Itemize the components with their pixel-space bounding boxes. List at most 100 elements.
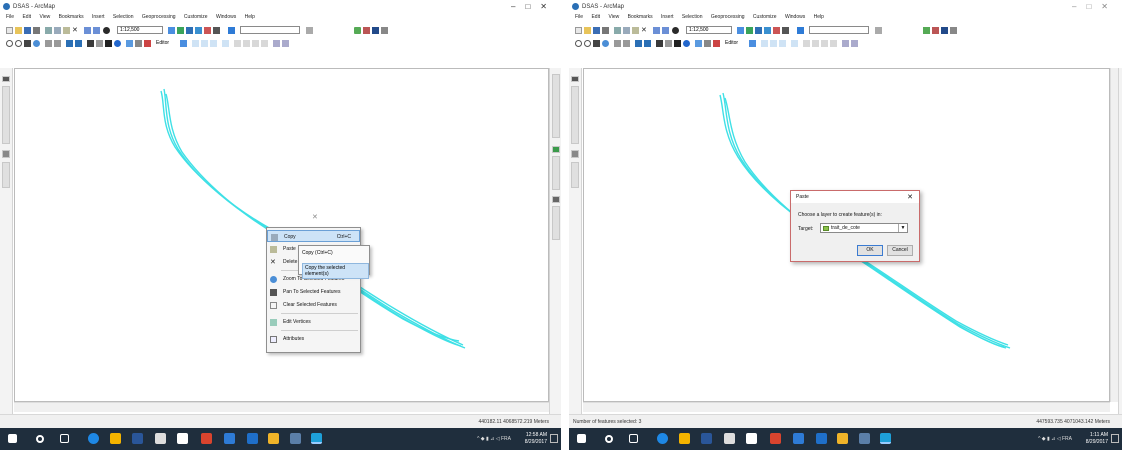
hyperlink-icon[interactable] — [713, 40, 720, 47]
app-blue-icon[interactable] — [816, 433, 827, 444]
previous-extent-icon[interactable] — [635, 40, 642, 47]
window-controls[interactable]: –□✕ — [511, 2, 557, 11]
open-icon[interactable] — [15, 27, 22, 34]
editor-toolbar-icon[interactable] — [737, 27, 744, 34]
delete-toolbar-icon[interactable]: ✕ — [72, 27, 79, 34]
select-elements-icon[interactable] — [674, 40, 681, 47]
python-icon[interactable] — [782, 27, 789, 34]
editor-menu[interactable]: Editor — [725, 40, 745, 47]
attributes-toolbar-icon[interactable] — [273, 40, 280, 47]
table-of-contents-tab-icon[interactable] — [571, 76, 579, 82]
map-vertical-scrollbar[interactable] — [1110, 68, 1118, 402]
taskbar-clock[interactable]: 1:11 AM 8/29/2017 — [1086, 432, 1108, 446]
point-icon[interactable] — [222, 40, 229, 47]
layout-icon[interactable] — [950, 27, 957, 34]
menu-file[interactable]: File — [6, 14, 14, 20]
store-icon[interactable] — [132, 433, 143, 444]
menu-edit[interactable]: Edit — [22, 14, 31, 20]
save-icon[interactable] — [593, 27, 600, 34]
copy-toolbar-icon[interactable] — [623, 27, 630, 34]
table-of-contents-icon[interactable] — [746, 27, 753, 34]
editor-toolbar-icon[interactable] — [168, 27, 175, 34]
measure-icon[interactable] — [704, 40, 711, 47]
menu-insert[interactable]: Insert — [92, 14, 105, 20]
catalog-icon[interactable] — [186, 27, 193, 34]
print-icon[interactable] — [33, 27, 40, 34]
edit-vertices-toolbar-icon[interactable] — [234, 40, 241, 47]
chevron-down-icon[interactable]: ▼ — [898, 224, 907, 232]
window-controls[interactable]: –□✕ — [1072, 2, 1118, 11]
menu-customize[interactable]: Customize — [753, 14, 777, 20]
delete-toolbar-icon[interactable]: ✕ — [641, 27, 648, 34]
scale-input[interactable]: 1:12,500 — [117, 26, 163, 34]
menu-bookmarks[interactable]: Bookmarks — [628, 14, 653, 20]
results-tab-icon[interactable] — [552, 196, 560, 203]
menu-customize[interactable]: Customize — [184, 14, 208, 20]
sketch-properties-icon[interactable] — [282, 40, 289, 47]
search-icon[interactable] — [36, 435, 44, 443]
trace-icon[interactable] — [779, 40, 786, 47]
menu-selection[interactable]: Selection — [113, 14, 134, 20]
menu-bookmarks[interactable]: Bookmarks — [59, 14, 84, 20]
catalog-tab-icon[interactable] — [552, 146, 560, 153]
next-extent-icon[interactable] — [644, 40, 651, 47]
open-icon[interactable] — [584, 27, 591, 34]
word-icon[interactable] — [224, 433, 235, 444]
pan-icon[interactable] — [24, 40, 31, 47]
start-button-icon[interactable] — [577, 434, 586, 443]
edge-browser-icon[interactable] — [657, 433, 668, 444]
table-of-contents-tab[interactable] — [571, 86, 579, 144]
select-features-icon[interactable] — [656, 40, 663, 47]
catalog-icon[interactable] — [755, 27, 762, 34]
split-icon[interactable] — [830, 40, 837, 47]
taskbar-clock[interactable]: 12:58 AM 8/29/2017 — [525, 432, 547, 446]
menu-help[interactable]: Help — [245, 14, 255, 20]
store-icon[interactable] — [701, 433, 712, 444]
context-item-edit-vertices[interactable]: Edit Vertices — [267, 316, 360, 328]
pdf-app-icon[interactable] — [770, 433, 781, 444]
print-icon[interactable] — [602, 27, 609, 34]
menu-geoprocessing[interactable]: Geoprocessing — [142, 14, 176, 20]
list-icon[interactable] — [354, 27, 361, 34]
layout-icon[interactable] — [381, 27, 388, 34]
fixed-zoom-icon[interactable] — [614, 40, 621, 47]
search-icon[interactable] — [605, 435, 613, 443]
edge-browser-icon[interactable] — [88, 433, 99, 444]
grid-icon[interactable] — [941, 27, 948, 34]
clear-selected-icon[interactable] — [665, 40, 672, 47]
endpoint-arc-icon[interactable] — [201, 40, 208, 47]
pin-icon[interactable] — [363, 27, 370, 34]
context-item-copy[interactable]: Copy Ctrl+C — [267, 230, 360, 242]
cut-icon[interactable] — [614, 27, 621, 34]
identify-icon[interactable] — [683, 40, 690, 47]
system-tray[interactable]: ^ ◆ ▮ ⊿ ◁ FRA — [1038, 436, 1072, 442]
undo-icon[interactable] — [84, 27, 91, 34]
zoom-out-icon[interactable] — [15, 40, 22, 47]
cut-polygons-icon[interactable] — [252, 40, 259, 47]
editor-pencil-icon[interactable] — [228, 27, 235, 34]
zoom-in-icon[interactable] — [6, 40, 13, 47]
scale-input[interactable]: 1:12,500 — [686, 26, 732, 34]
hyperlink-icon[interactable] — [144, 40, 151, 47]
editor-pencil-icon[interactable] — [797, 27, 804, 34]
menu-insert[interactable]: Insert — [661, 14, 674, 20]
menu-help[interactable]: Help — [814, 14, 824, 20]
system-tray[interactable]: ^ ◆ ▮ ⊿ ◁ FRA — [477, 436, 511, 442]
fixed-zoom-out-icon[interactable] — [54, 40, 61, 47]
mail-icon[interactable] — [177, 433, 188, 444]
context-item-attributes[interactable]: Attributes — [267, 333, 360, 345]
menu-windows[interactable]: Windows — [785, 14, 805, 20]
menu-view[interactable]: View — [608, 14, 619, 20]
split-icon[interactable] — [261, 40, 268, 47]
document-app-icon[interactable] — [155, 433, 166, 444]
table-of-contents-tab-icon[interactable] — [2, 76, 10, 82]
target-layer-select[interactable]: trait_de_cote ▼ — [820, 223, 908, 233]
reshape-icon[interactable] — [812, 40, 819, 47]
arctoolbox-icon[interactable] — [773, 27, 780, 34]
straight-segment-icon[interactable] — [761, 40, 768, 47]
editor-menu[interactable]: Editor — [156, 40, 176, 47]
word-icon[interactable] — [793, 433, 804, 444]
new-document-icon[interactable] — [575, 27, 582, 34]
menu-geoprocessing[interactable]: Geoprocessing — [711, 14, 745, 20]
zoom-out-icon[interactable] — [584, 40, 591, 47]
